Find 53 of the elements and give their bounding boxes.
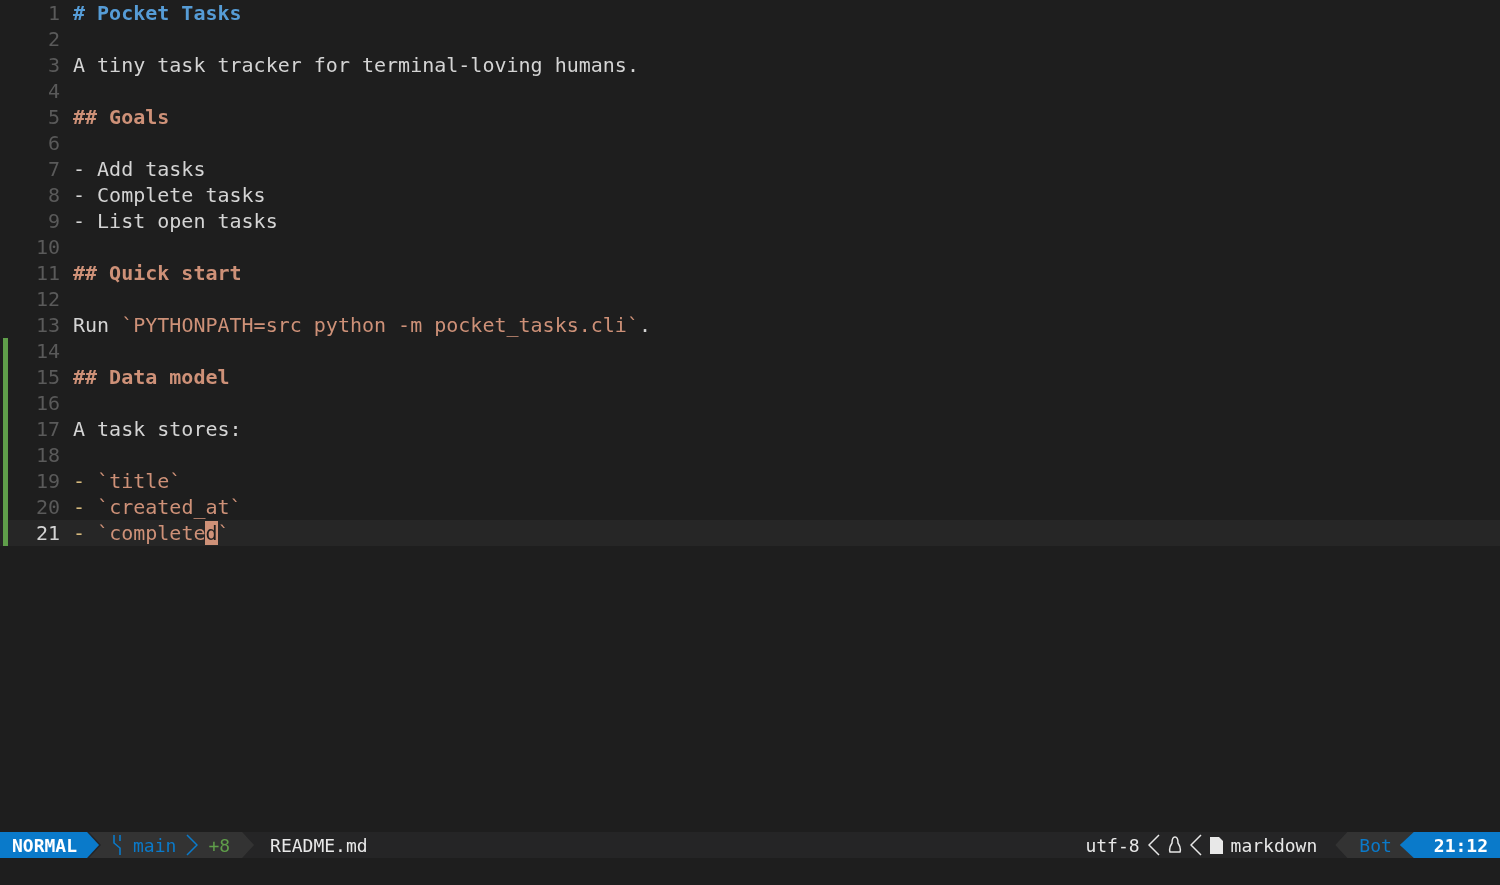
line-number: 11	[34, 261, 61, 285]
code-text: ## Quick start	[73, 261, 242, 285]
line-number: 3	[46, 53, 61, 77]
code-text: `	[217, 521, 230, 545]
line-number: 16	[34, 391, 61, 415]
code-text: .	[638, 313, 651, 337]
branch-name: main	[133, 834, 177, 856]
code-text: -	[73, 469, 87, 493]
line-number: 17	[34, 417, 61, 441]
code-text: ## Data model	[73, 365, 230, 389]
code-text: `created_at`	[97, 495, 242, 519]
line-number: 5	[46, 105, 61, 129]
chevron-icon	[1147, 834, 1160, 856]
chevron-icon	[186, 834, 199, 856]
chevron-icon	[1189, 834, 1202, 856]
cursor-position: 21:12	[1399, 832, 1500, 858]
code-text: Run	[73, 313, 111, 337]
line-number: 10	[34, 235, 61, 259]
line-number: 20	[34, 495, 61, 519]
line-number: 8	[46, 183, 61, 207]
line-number: 15	[34, 365, 61, 389]
file-name: README.md	[270, 834, 368, 856]
line-number: 1	[46, 1, 61, 25]
line-number: 21	[34, 521, 61, 545]
code-text: - Complete tasks	[73, 183, 266, 207]
line-number: 19	[34, 469, 61, 493]
line-number: 12	[34, 287, 61, 311]
change-count: +8	[208, 834, 231, 856]
code-text: -	[73, 495, 87, 519]
file-icon	[1209, 836, 1223, 854]
code-text: - List open tasks	[73, 209, 278, 233]
line-number: 18	[34, 443, 61, 467]
code-text: `complete	[97, 521, 206, 545]
code-text: # Pocket Tasks	[73, 1, 242, 25]
line-number: 2	[46, 27, 61, 51]
code-text: `PYTHONPATH=src python -m pocket_tasks.cli`	[121, 313, 639, 337]
text-cursor: d	[205, 521, 218, 545]
line-number: 4	[46, 79, 61, 103]
line-number: 14	[34, 339, 61, 363]
line-number: 6	[46, 131, 61, 155]
file-type: markdown	[1230, 834, 1318, 856]
line-number: 9	[46, 209, 61, 233]
code-text: A tiny task tracker for terminal-loving humans.	[73, 53, 639, 77]
encoding: utf-8	[1085, 834, 1140, 856]
line-number: 13	[34, 313, 61, 337]
branch-icon	[111, 834, 124, 856]
code-text: ## Goals	[73, 105, 170, 129]
line-number: 7	[46, 157, 61, 181]
code-text: - Add tasks	[73, 157, 206, 181]
penguin-icon	[1167, 836, 1182, 854]
code-text: A task stores:	[73, 417, 242, 441]
code-text: -	[73, 521, 87, 545]
code-text: `title`	[97, 469, 182, 493]
